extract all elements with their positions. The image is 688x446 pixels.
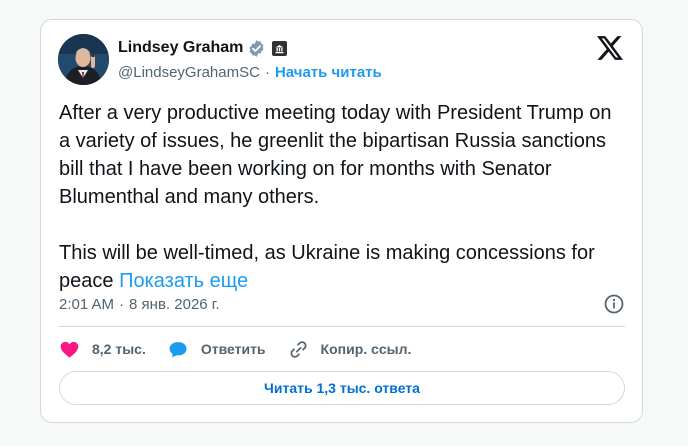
like-button[interactable]: 8,2 тыс. <box>59 339 146 360</box>
follow-button[interactable]: Начать читать <box>275 64 382 81</box>
reply-button[interactable]: Ответить <box>168 339 266 360</box>
info-icon[interactable] <box>603 293 625 315</box>
author-handle[interactable]: @LindseyGrahamSC <box>118 64 260 81</box>
tweet-meta: 2:01 AM · 8 янв. 2026 г. <box>59 292 625 316</box>
author-handle-row: @LindseyGrahamSC · Начать читать <box>118 64 382 81</box>
show-more-link[interactable]: Показать еще <box>119 270 248 292</box>
heart-icon <box>60 341 79 358</box>
tweet-text: After a very productive meeting today wi… <box>59 99 627 295</box>
divider <box>59 326 625 327</box>
author-name-row: Lindsey Graham <box>118 37 288 59</box>
read-replies-button[interactable]: Читать 1,3 тыс. ответа <box>59 371 625 405</box>
tweet-card: Lindsey Graham @LindseyGrahamSC · Начать… <box>40 19 643 423</box>
copy-link-label: Копир. ссыл. <box>320 341 412 357</box>
reply-label: Ответить <box>200 341 266 357</box>
avatar[interactable] <box>58 34 109 85</box>
copy-link-button[interactable]: Копир. ссыл. <box>288 339 412 360</box>
verified-badge-icon <box>247 39 266 58</box>
author-name[interactable]: Lindsey Graham <box>118 39 243 57</box>
tweet-body: After a very productive meeting today wi… <box>59 102 612 292</box>
handle-separator: · <box>264 64 270 81</box>
government-affiliation-icon <box>272 40 288 56</box>
tweet-time[interactable]: 2:01 AM <box>59 296 114 313</box>
action-bar: 8,2 тыс. Ответить Копир. ссыл. <box>59 337 433 361</box>
reply-bubble-icon <box>169 341 187 357</box>
meta-separator: · <box>119 295 125 313</box>
link-icon <box>290 340 307 358</box>
tweet-date[interactable]: 8 янв. 2026 г. <box>129 296 220 313</box>
x-logo-icon[interactable] <box>597 36 623 60</box>
like-count: 8,2 тыс. <box>92 341 146 357</box>
